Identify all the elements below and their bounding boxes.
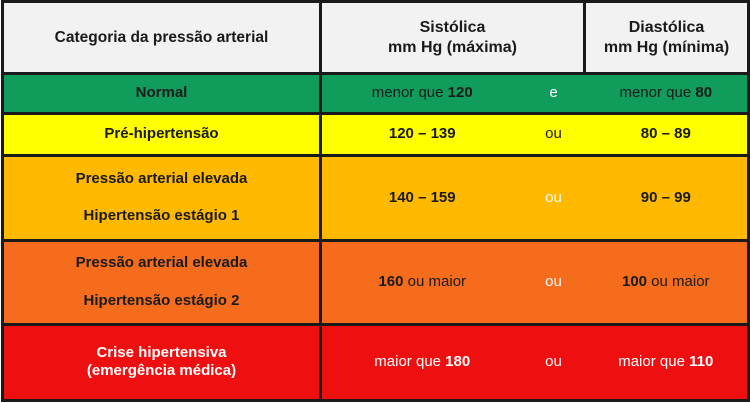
diastolic-value: 110 <box>689 353 714 370</box>
systolic-cell: 140 – 159 <box>319 154 523 242</box>
header-systolic-title: Sistólica <box>419 18 486 36</box>
diastolic-value: 80 – 89 <box>640 125 691 143</box>
category-label: Normal <box>135 84 188 102</box>
diastolic-prefix: maior que <box>618 353 690 370</box>
systolic-value: 180 <box>445 353 471 370</box>
diastolic-value: 80 <box>695 84 713 102</box>
category-cell: Pressão arterial elevada Hipertensão est… <box>1 238 322 326</box>
conjunction-cell: ou <box>522 238 585 326</box>
category-label-line2: Hipertensão estágio 1 <box>83 207 240 225</box>
conjunction-cell: ou <box>522 112 585 158</box>
systolic-value: 120 <box>447 84 473 102</box>
systolic-value: 140 – 159 <box>388 188 456 206</box>
category-label-line1: Pressão arterial elevada <box>75 169 248 187</box>
systolic-prefix: maior que <box>374 353 446 370</box>
category-label-line1: Pressão arterial elevada <box>75 253 248 271</box>
category-label-line1: Crise hipertensiva <box>96 343 227 361</box>
diastolic-cell: 100 ou maior <box>584 238 750 326</box>
diastolic-prefix: menor que <box>619 84 696 102</box>
header-diastolic-unit: mm Hg (mínima) <box>603 38 730 56</box>
category-cell: Crise hipertensiva (emergência médica) <box>1 322 322 403</box>
systolic-cell: maior que 180 <box>319 322 523 403</box>
row-crisis: Crise hipertensiva (emergência médica) m… <box>1 322 750 403</box>
header-systolic-unit: mm Hg (máxima) <box>388 38 517 56</box>
conjunction-cell: ou <box>522 322 585 403</box>
systolic-cell: 160 ou maior <box>319 238 523 326</box>
row-stage-2: Pressão arterial elevada Hipertensão est… <box>1 238 750 326</box>
category-label-line2: Hipertensão estágio 2 <box>83 291 240 309</box>
header-category: Categoria da pressão arterial <box>1 0 322 76</box>
diastolic-cell: 80 – 89 <box>584 112 750 158</box>
category-cell: Pressão arterial elevada Hipertensão est… <box>1 154 322 242</box>
row-stage-1: Pressão arterial elevada Hipertensão est… <box>1 154 750 242</box>
header-diastolic: Diastólica mm Hg (mínima) <box>583 0 750 76</box>
header-systolic: Sistólica mm Hg (máxima) <box>318 0 587 76</box>
diastolic-cell: maior que 110 <box>584 322 750 403</box>
conjunction-cell: ou <box>522 154 585 242</box>
row-pre-hypertension: Pré-hipertensão 120 – 139 ou 80 – 89 <box>1 112 750 158</box>
category-label-line2: (emergência médica) <box>86 362 237 380</box>
diastolic-cell: menor que 80 <box>584 72 750 116</box>
systolic-suffix: ou maior <box>403 272 467 290</box>
conjunction-cell: e <box>522 72 585 116</box>
category-cell: Pré-hipertensão <box>1 112 322 158</box>
systolic-cell: 120 – 139 <box>319 112 523 158</box>
category-label: Pré-hipertensão <box>104 125 219 143</box>
diastolic-cell: 90 – 99 <box>584 154 750 242</box>
blood-pressure-table: Categoria da pressão arterial Sistólica … <box>1 0 750 403</box>
diastolic-suffix: ou maior <box>647 272 710 290</box>
diastolic-value: 100 <box>621 272 648 290</box>
category-cell: Normal <box>1 72 322 116</box>
header-diastolic-title: Diastólica <box>628 18 705 36</box>
systolic-value: 120 – 139 <box>388 125 456 143</box>
systolic-prefix: menor que <box>371 84 448 102</box>
diastolic-value: 90 – 99 <box>640 188 691 206</box>
systolic-value: 160 <box>378 272 404 290</box>
row-normal: Normal menor que 120 e menor que 80 <box>1 72 750 116</box>
systolic-cell: menor que 120 <box>319 72 523 116</box>
header-row: Categoria da pressão arterial Sistólica … <box>1 0 750 76</box>
